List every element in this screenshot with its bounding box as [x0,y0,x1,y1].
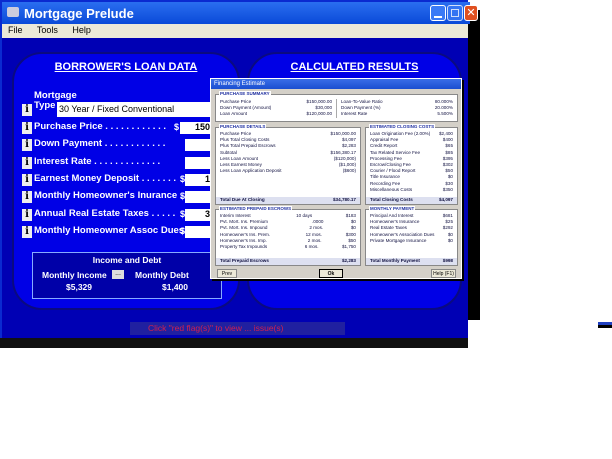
escrow-total: Total Prepaid Escrows $2,283 [216,258,360,265]
field-label: Earnest Money Deposit . . . . . . . [34,172,177,184]
income-debt-title: Income and Debt [92,255,162,265]
purchase-summary: PURCHASE SUMMARY Purchase Price $150,000.… [215,91,458,122]
info-icon[interactable]: i [22,208,32,221]
monthly-income-label: Monthly Income [42,270,107,280]
escrow-row: Property Tax Impounds 6 mos. $1,750 [220,243,356,249]
info-icon[interactable]: i [22,225,32,238]
monthly-total: Total Monthly Payment $998 [366,258,457,265]
help-button[interactable]: Help (F1) [431,269,456,278]
financing-estimate-dialog: Financing Estimate PURCHASE SUMMARY Purc… [210,78,462,279]
field-label: Monthly Homeowner's Inurance . [34,190,183,202]
monthly-income-value: $5,329 [66,282,92,292]
summary-row: Loan Amount $120,000.00 [220,111,332,117]
field-label: Interest Rate . . . . . . . . . . . . . [34,155,161,167]
prepaid-escrows: ESTIMATED PREPAID ESCROWS Interim Interes… [215,206,361,266]
window-bottom-border [0,338,468,348]
title-bar: Mortgage Prelude [2,2,470,24]
mortgage-type-select[interactable]: 30 Year / Fixed Conventional [57,102,215,117]
menu-bar: File Tools Help [2,24,468,38]
prev-button[interactable]: Prev [217,269,237,278]
results-title: CALCULATED RESULTS [290,61,419,73]
field-label: Down Payment . . . . . . . . . . . . [34,138,166,150]
details-title: PURCHASE DETAILS [219,124,267,129]
status-text: Click "red flag(s)" to view ... issue(s) [148,323,284,333]
monthly-debt-value: $1,400 [162,282,188,292]
income-edit-button[interactable]: ... [112,270,124,279]
summary-row: Interest Rate 5.500% [341,111,453,117]
menu-file[interactable]: File [8,25,23,35]
menu-tools[interactable]: Tools [37,25,58,35]
monthly-payment: MONTHLY PAYMENT Principal And Interest $68… [365,206,458,266]
status-bar: Click "red flag(s)" to view ... issue(s) [130,322,345,335]
borrower-title: BORROWER'S LOAN DATA [54,61,198,73]
dollar-sign: $ [174,122,180,132]
info-icon[interactable]: i [22,173,32,186]
purchase-details: PURCHASE DETAILS Purchase Price $150,000.0… [215,124,361,205]
field-input[interactable]: 150 [180,122,212,134]
field-label: Annual Real Estate Taxes . . . . . [34,207,176,219]
closing-costs: ESTIMATED CLOSING COSTS Loan Origination … [365,124,458,205]
info-icon[interactable]: i [22,139,32,152]
close-button[interactable]: ✕ [464,5,478,21]
app-icon [7,7,19,17]
details-total: Total Due At Closing $34,780.17 [216,197,360,204]
monthly-debt-label: Monthly Debt [135,270,189,280]
summary-title: PURCHASE SUMMARY [219,91,271,96]
details-row: Less Loan Application Deposit ($600) [220,168,356,174]
closing-row: Miscellaneous Costs $350 [370,186,453,192]
field-label: Purchase Price . . . . . . . . . . . . [34,121,166,132]
window-title: Mortgage Prelude [24,6,134,21]
dialog-title: Financing Estimate [211,79,461,89]
fragment [598,322,612,328]
info-icon[interactable]: i [22,191,32,204]
info-icon[interactable]: i [22,104,32,116]
closing-total: Total Closing Costs $4,097 [366,197,457,204]
info-icon[interactable]: i [22,122,32,134]
monthly-title: MONTHLY PAYMENT [369,206,416,211]
escrow-title: ESTIMATED PREPAID ESCROWS [219,206,293,211]
info-icon[interactable]: i [22,156,32,169]
menu-help[interactable]: Help [72,25,91,35]
ok-button[interactable]: Ok [319,269,343,278]
field-label: Monthly Homeowner Assoc Dues [34,224,185,236]
closing-title: ESTIMATED CLOSING COSTS [369,124,436,129]
maximize-button[interactable] [447,5,463,21]
monthly-row: Private Mortgage Insurance $0 [370,237,453,243]
minimize-button[interactable] [430,5,446,21]
